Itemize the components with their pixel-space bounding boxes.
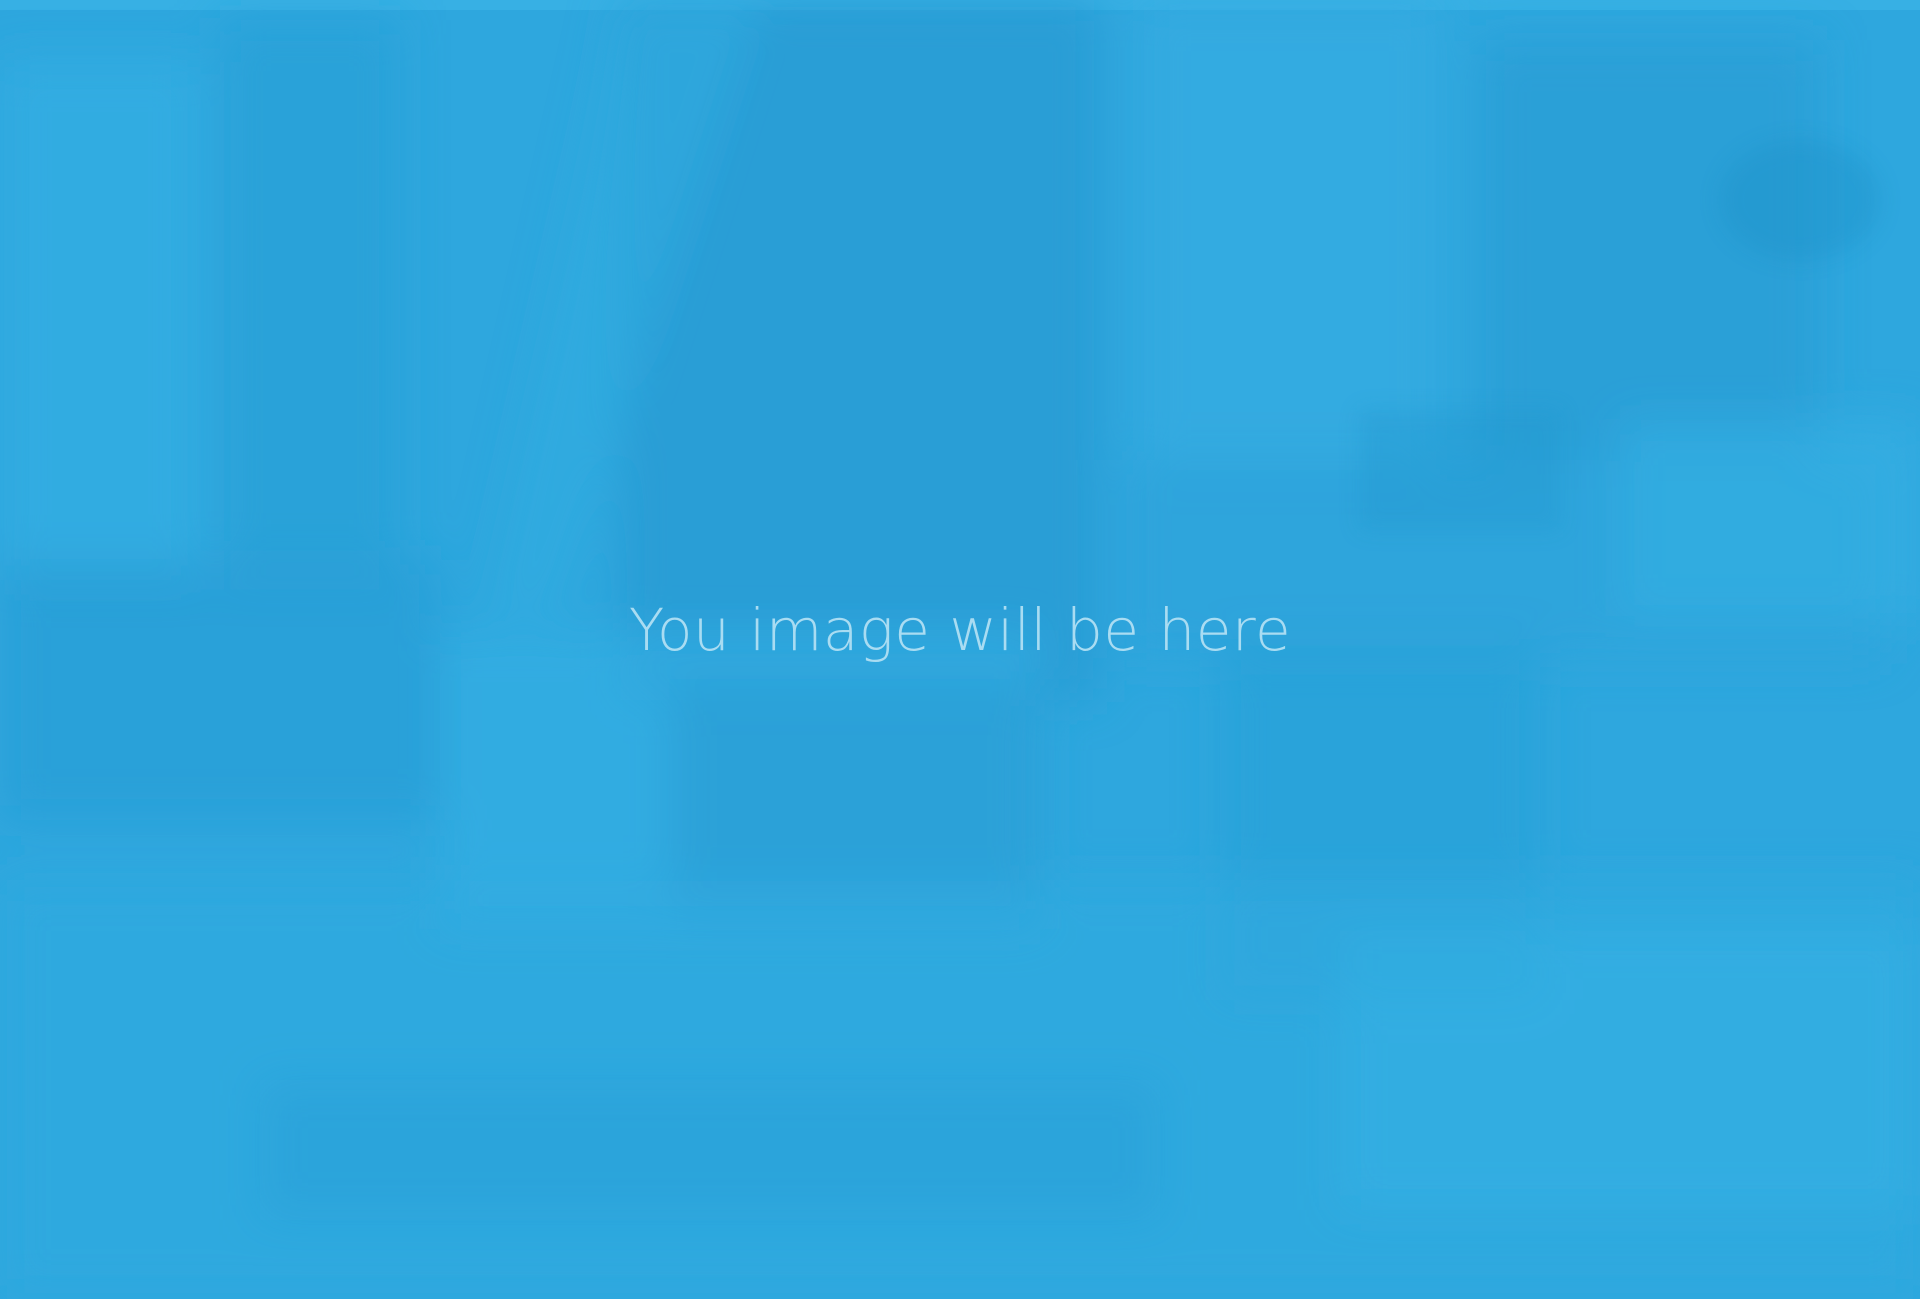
image-placeholder: You image will be here bbox=[0, 0, 1920, 1299]
placeholder-text: You image will be here bbox=[628, 596, 1292, 664]
